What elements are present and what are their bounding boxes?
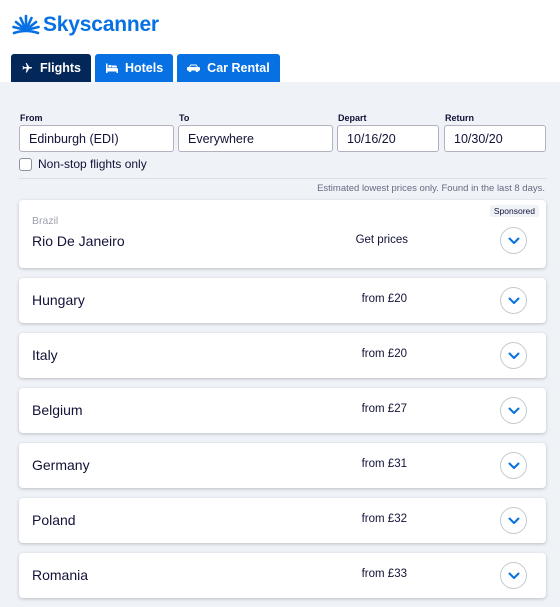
- to-label: To: [179, 113, 190, 123]
- depart-label: Depart: [338, 113, 367, 123]
- nonstop-label: Non-stop flights only: [38, 157, 147, 171]
- result-price: from £20: [361, 348, 407, 360]
- return-date-field[interactable]: 10/30/20: [444, 125, 546, 152]
- search-type-tabs: Flights Hotels Car Rental: [11, 54, 284, 82]
- from-value: Edinburgh (EDI): [29, 131, 119, 146]
- chevron-down-icon: [508, 297, 519, 304]
- result-destination: Germany: [32, 457, 90, 473]
- result-card[interactable]: Italy from £20: [19, 333, 546, 378]
- result-category: Brazil: [32, 215, 59, 227]
- result-destination: Romania: [32, 567, 89, 583]
- return-value: 10/30/20: [454, 131, 503, 146]
- expand-button[interactable]: [500, 397, 527, 424]
- expand-button[interactable]: [500, 287, 527, 314]
- expand-button[interactable]: [500, 507, 527, 534]
- chevron-down-icon: [508, 352, 519, 359]
- brand-name: Skyscanner: [43, 13, 159, 36]
- car-icon: [187, 64, 201, 72]
- result-price: from £32: [361, 513, 407, 525]
- expand-button[interactable]: [500, 227, 527, 254]
- nonstop-checkbox[interactable]: [19, 157, 32, 171]
- chevron-down-icon: [508, 572, 519, 579]
- expand-button[interactable]: [500, 452, 527, 479]
- tab-car-rental-label: Car Rental: [207, 61, 270, 75]
- price-disclaimer: Estimated lowest prices only. Found in t…: [317, 183, 545, 194]
- chevron-down-icon: [508, 407, 519, 414]
- result-card[interactable]: Hungary from £20: [19, 278, 546, 323]
- divider: [19, 178, 547, 179]
- result-card[interactable]: Romania from £33: [19, 553, 546, 598]
- result-card[interactable]: Brazil Sponsored Rio De Janeiro Get pric…: [19, 200, 546, 268]
- tab-hotels[interactable]: Hotels: [94, 54, 174, 82]
- result-destination: Rio De Janeiro: [32, 233, 125, 249]
- skyscanner-sunrise-icon: [12, 14, 40, 35]
- to-value: Everywhere: [188, 131, 254, 146]
- from-field[interactable]: Edinburgh (EDI): [19, 125, 174, 152]
- chevron-down-icon: [508, 237, 519, 244]
- tab-hotels-label: Hotels: [124, 61, 164, 75]
- result-card[interactable]: Poland from £32: [19, 498, 546, 543]
- depart-date-field[interactable]: 10/16/20: [337, 125, 439, 152]
- result-price: from £33: [361, 568, 407, 580]
- skyscanner-logo[interactable]: Skyscanner: [11, 10, 159, 40]
- expand-button[interactable]: [500, 562, 527, 589]
- result-price[interactable]: Get prices: [356, 234, 408, 246]
- bed-icon: [105, 63, 118, 73]
- depart-value: 10/16/20: [347, 131, 396, 146]
- result-destination: Poland: [32, 512, 76, 528]
- result-card[interactable]: Germany from £31: [19, 443, 546, 488]
- tab-flights[interactable]: Flights: [11, 54, 91, 82]
- nonstop-option[interactable]: Non-stop flights only: [19, 157, 147, 171]
- from-label: From: [20, 113, 43, 123]
- result-price: from £20: [361, 293, 407, 305]
- tab-flights-label: Flights: [40, 61, 81, 75]
- chevron-down-icon: [508, 517, 519, 524]
- result-price: from £27: [361, 403, 407, 415]
- chevron-down-icon: [508, 462, 519, 469]
- to-field[interactable]: Everywhere: [178, 125, 333, 152]
- result-destination: Hungary: [32, 292, 85, 308]
- tab-car-rental[interactable]: Car Rental: [177, 54, 280, 82]
- result-destination: Belgium: [32, 402, 83, 418]
- result-card[interactable]: Belgium from £27: [19, 388, 546, 433]
- return-label: Return: [445, 113, 474, 123]
- expand-button[interactable]: [500, 342, 527, 369]
- plane-icon: [22, 63, 32, 73]
- sponsored-badge: Sponsored: [489, 205, 539, 217]
- result-price: from £31: [361, 458, 407, 470]
- result-destination: Italy: [32, 347, 58, 363]
